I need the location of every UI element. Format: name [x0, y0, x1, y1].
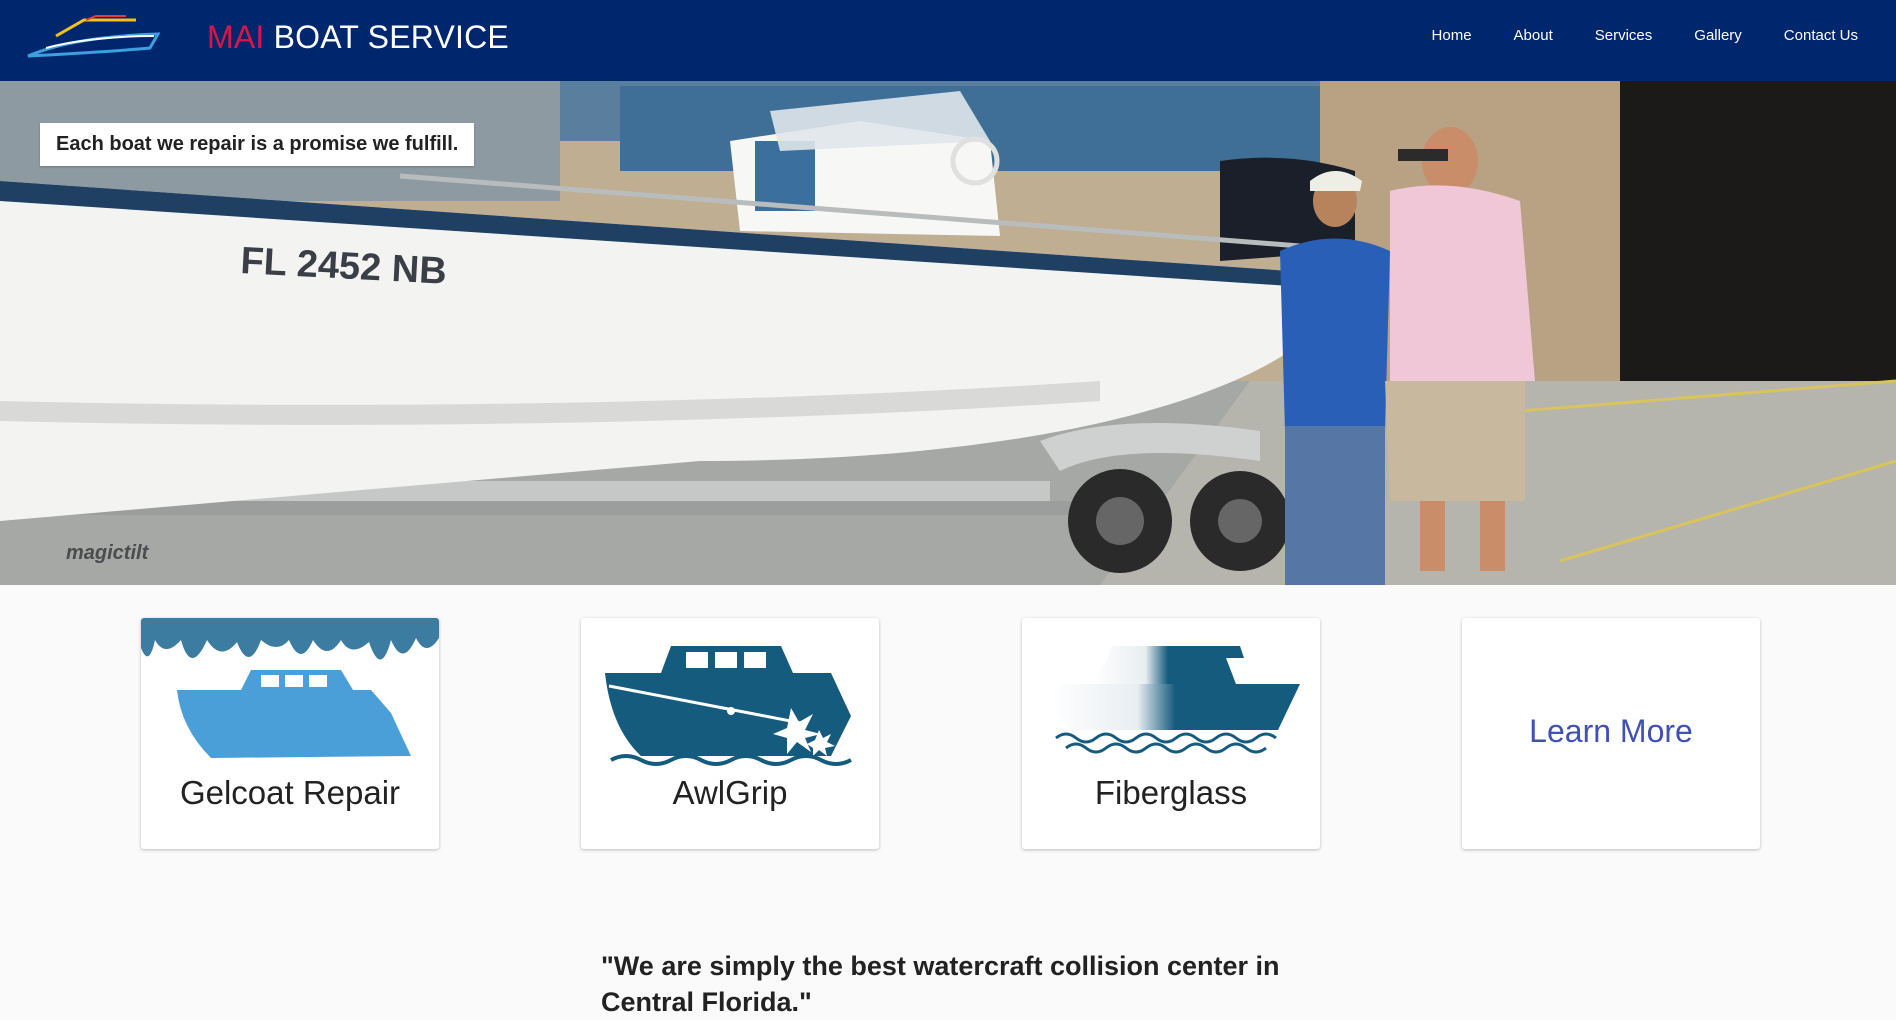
hero-photo: FL 2452 NB magictilt Each boat we repair…	[0, 81, 1896, 585]
site-header: MAI BOAT SERVICE Home About Services Gal…	[0, 0, 1896, 81]
service-card-gelcoat[interactable]: Gelcoat Repair	[141, 618, 439, 849]
nav-contact[interactable]: Contact Us	[1784, 27, 1858, 44]
learn-more-card[interactable]: Learn More	[1462, 618, 1760, 849]
hero-tagline: Each boat we repair is a promise we fulf…	[40, 123, 475, 166]
learn-more-link[interactable]: Learn More	[1462, 713, 1760, 750]
service-card-awlgrip[interactable]: AwlGrip	[581, 618, 879, 849]
fiberglass-boat-icon	[1050, 646, 1300, 754]
main-nav: Home About Services Gallery Contact Us	[1390, 27, 1858, 44]
tagline-quote: "We are simply the best watercraft colli…	[601, 951, 1280, 1017]
service-card-fiberglass[interactable]: Fiberglass	[1022, 618, 1320, 849]
trailer-brand: magictilt	[66, 542, 150, 564]
brand-name[interactable]: MAI BOAT SERVICE	[207, 19, 509, 56]
nav-about[interactable]: About	[1514, 27, 1553, 44]
gelcoat-boat-icon	[141, 618, 439, 758]
service-label: Gelcoat Repair	[179, 774, 401, 811]
service-label: Fiberglass	[1094, 774, 1248, 811]
nav-home[interactable]: Home	[1432, 27, 1472, 44]
nav-gallery[interactable]: Gallery	[1694, 27, 1742, 44]
boat-logo-icon[interactable]	[26, 14, 160, 58]
awlgrip-boat-icon	[605, 646, 852, 766]
nav-services[interactable]: Services	[1595, 27, 1653, 44]
brand-accent: MAI	[207, 19, 265, 55]
service-label: AwlGrip	[672, 774, 788, 811]
brand-rest: BOAT SERVICE	[264, 19, 509, 55]
